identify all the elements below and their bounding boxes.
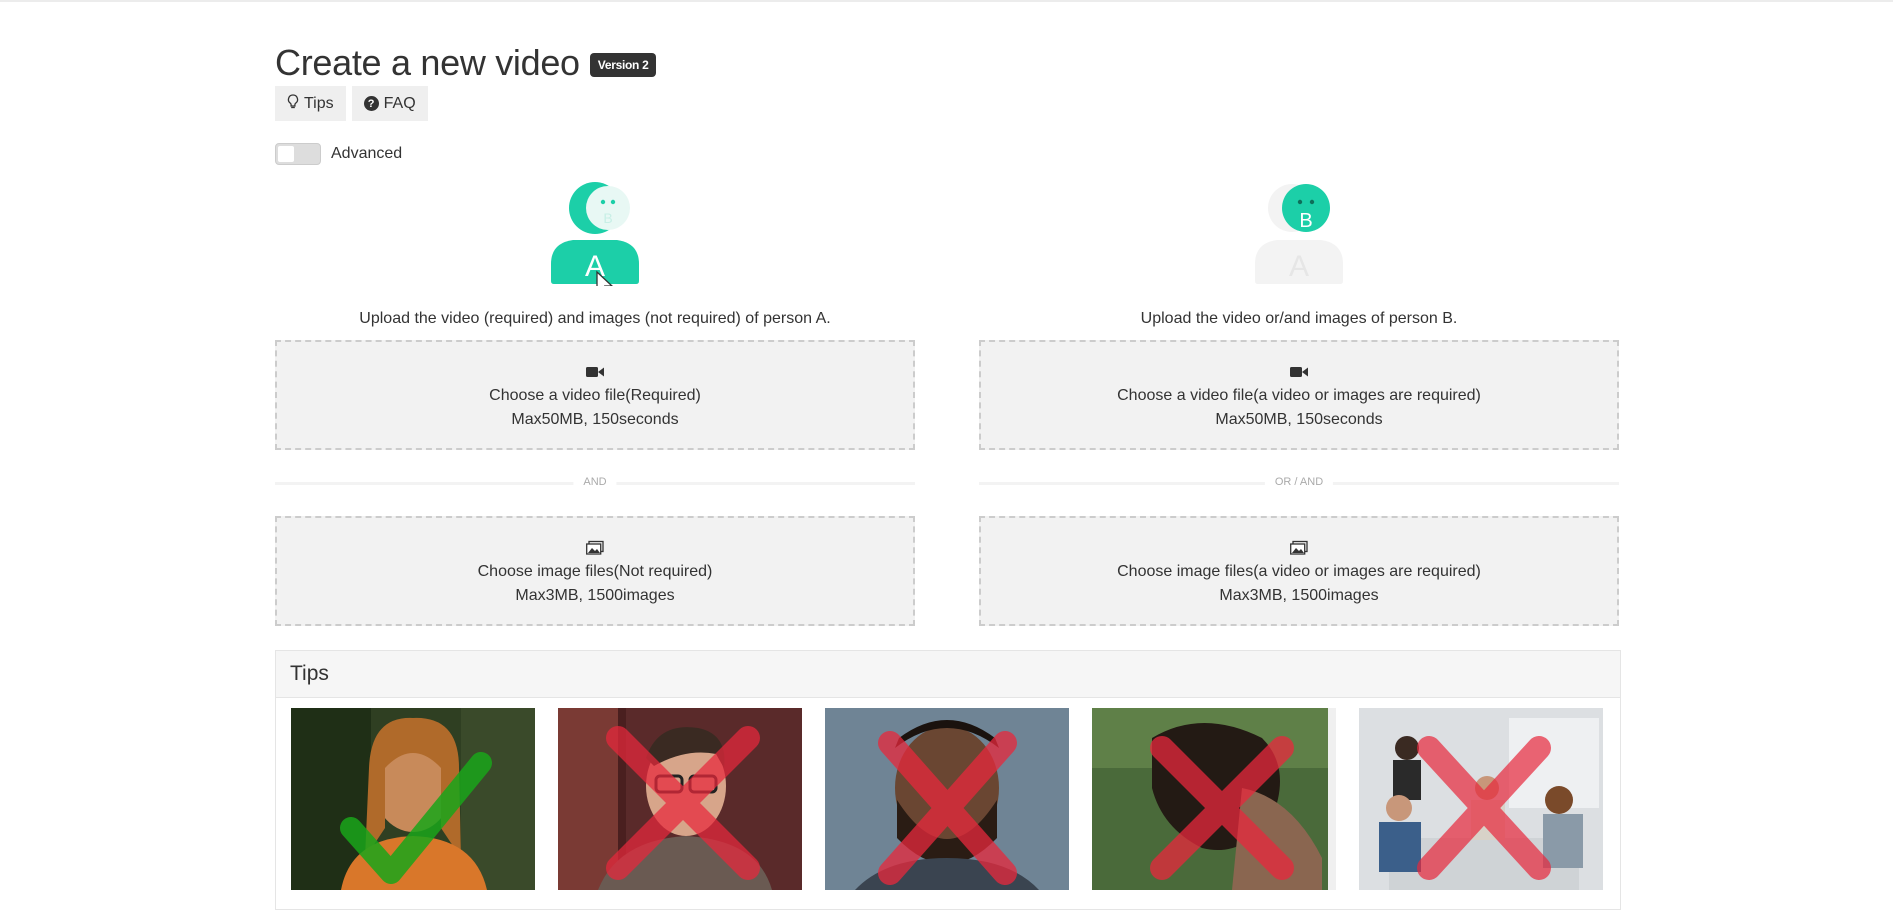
tip-example-4 — [1092, 708, 1336, 890]
person-a-avatar-icon: B A — [551, 182, 639, 297]
version-badge: Version 2 — [589, 53, 657, 77]
person-a-instruction: Upload the video (required) and images (… — [359, 310, 831, 327]
images-icon — [586, 540, 604, 555]
tip-example-5 — [1359, 708, 1603, 890]
person-b-image-limits: Max3MB, 1500images — [1219, 587, 1379, 604]
top-border — [0, 0, 1893, 2]
person-b-separator: OR / AND — [979, 476, 1619, 490]
person-b-avatar-back-letter: A — [1289, 250, 1309, 283]
title-row: Create a new video Version 2 — [275, 42, 657, 84]
person-b-video-label: Choose a video file(a video or images ar… — [1117, 387, 1481, 404]
tip-example-1 — [291, 708, 535, 890]
person-a-avatar-back-letter: B — [603, 210, 612, 226]
person-b-avatar[interactable]: A B — [1249, 180, 1349, 286]
person-a-video-dropzone[interactable]: Choose a video file(Required) Max50MB, 1… — [275, 340, 915, 450]
person-b-avatar-icon: A B — [1255, 184, 1343, 284]
person-a-column: B A Upload the video (required) and imag… — [275, 180, 915, 626]
person-b-avatar-front-letter: B — [1299, 210, 1312, 232]
tip-example-2 — [558, 708, 802, 890]
person-b-video-limits: Max50MB, 150seconds — [1215, 411, 1383, 428]
person-b-separator-text: OR / AND — [1264, 476, 1334, 488]
person-b-image-dropzone[interactable]: Choose image files(a video or images are… — [979, 516, 1619, 626]
person-a-separator: AND — [275, 476, 915, 490]
tip-photo-1 — [291, 708, 535, 890]
person-b-instruction: Upload the video or/and images of person… — [1140, 310, 1458, 327]
video-camera-icon — [1290, 367, 1308, 377]
faq-button[interactable]: ? FAQ — [351, 86, 428, 121]
person-a-separator-text: AND — [573, 476, 617, 488]
person-a-image-limits: Max3MB, 1500images — [515, 587, 675, 604]
images-icon — [1290, 540, 1308, 555]
person-a-video-limits: Max50MB, 150seconds — [511, 411, 679, 428]
page-title: Create a new video — [275, 42, 580, 83]
tips-heading: Tips — [276, 651, 1620, 698]
tips-panel: Tips — [275, 650, 1621, 910]
video-camera-icon — [586, 367, 604, 377]
person-b-column: A B Upload the video or/and images of pe… — [979, 180, 1619, 626]
person-a-video-label: Choose a video file(Required) — [489, 387, 701, 404]
advanced-toggle-row: Advanced — [275, 143, 402, 165]
person-a-avatar[interactable]: B A — [545, 180, 645, 297]
person-a-image-label: Choose image files(Not required) — [477, 563, 713, 580]
tip-photo-3 — [825, 708, 1069, 890]
person-b-image-label: Choose image files(a video or images are… — [1117, 563, 1481, 580]
lightbulb-icon — [287, 93, 299, 114]
toggle-knob — [278, 146, 294, 162]
tip-photo-4 — [1092, 708, 1336, 890]
person-a-image-dropzone[interactable]: Choose image files(Not required) Max3MB,… — [275, 516, 915, 626]
help-buttons: Tips ? FAQ — [275, 86, 428, 121]
tips-button-label: Tips — [304, 94, 334, 112]
advanced-toggle[interactable] — [275, 143, 321, 165]
question-circle-icon: ? — [363, 96, 379, 111]
tip-photo-2 — [558, 708, 802, 890]
tip-photo-5 — [1359, 708, 1603, 890]
tips-button[interactable]: Tips — [275, 86, 346, 121]
tip-example-3 — [825, 708, 1069, 890]
person-b-video-dropzone[interactable]: Choose a video file(a video or images ar… — [979, 340, 1619, 450]
faq-button-label: FAQ — [383, 94, 416, 112]
advanced-toggle-label: Advanced — [331, 145, 403, 162]
